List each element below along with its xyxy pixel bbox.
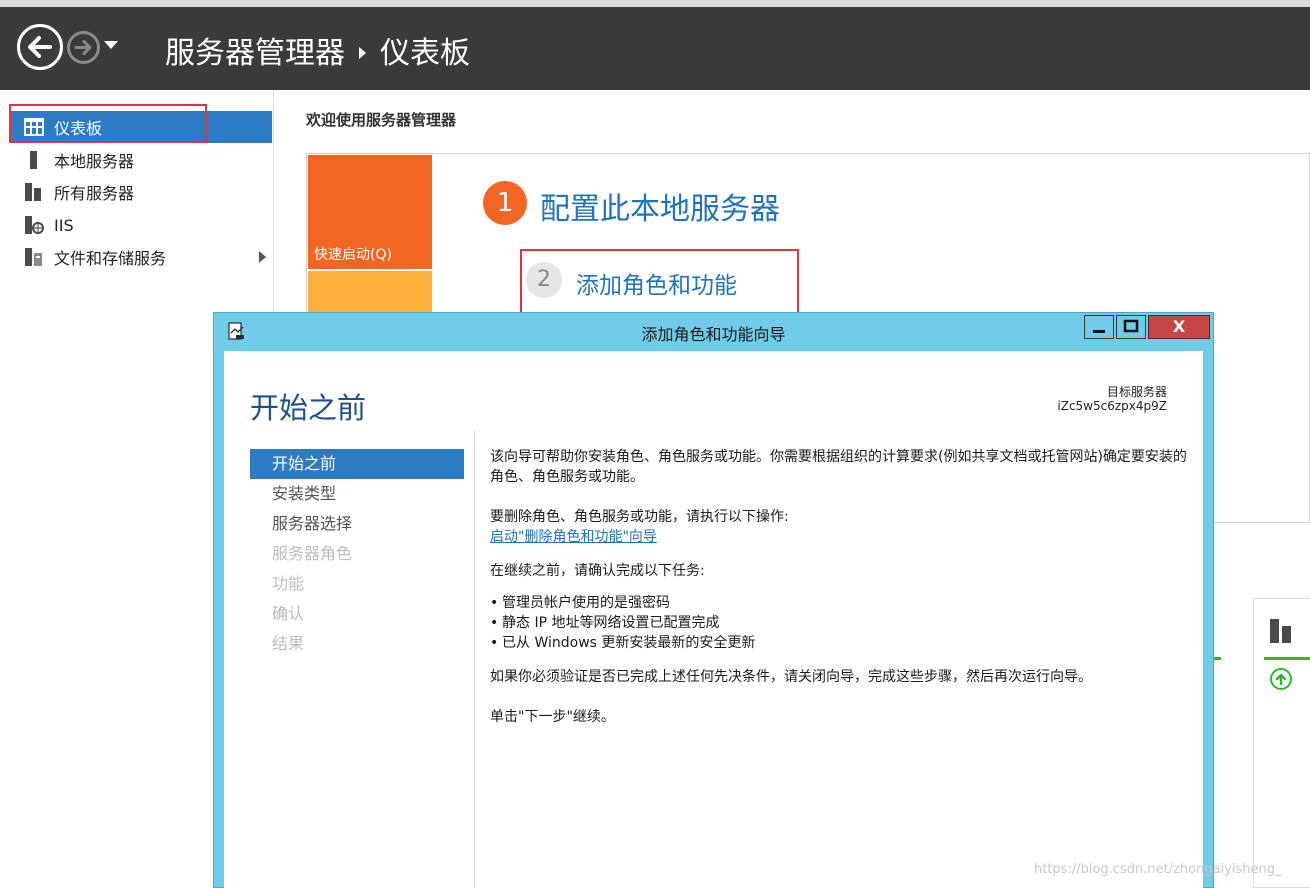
sidebar-item-local-server[interactable]: 本地服务器	[10, 144, 272, 176]
minimize-icon	[1093, 330, 1105, 333]
quick-start-label: 快速启动(Q)	[314, 247, 392, 263]
watermark: https://blog.csdn.net/zhongaiyisheng_	[1034, 862, 1282, 877]
welcome-heading: 欢迎使用服务器管理器	[306, 111, 457, 129]
prerequisite-list: 管理员帐户使用的是强密码 静态 IP 地址等网络设置已配置完成 已从 Windo…	[490, 593, 1190, 653]
sidebar-item-label: 所有服务器	[54, 184, 135, 203]
close-icon: X	[1172, 317, 1186, 336]
target-server-value: iZc5w5c6zpx4p9Z	[1057, 399, 1167, 413]
tile-status-bar	[1264, 657, 1310, 660]
minimize-button[interactable]	[1084, 315, 1114, 339]
wizard-step-server-selection[interactable]: 服务器选择	[250, 509, 464, 539]
sidebar-item-file-storage[interactable]: 文件和存储服务	[10, 241, 272, 273]
all-servers-icon	[24, 183, 44, 201]
sidebar-item-iis[interactable]: IIS	[10, 209, 272, 241]
expand-chevron-icon[interactable]	[259, 251, 266, 263]
history-dropdown-icon[interactable]	[104, 41, 118, 49]
forward-button[interactable]	[67, 31, 100, 64]
iis-icon	[24, 216, 44, 234]
maximize-icon	[1123, 319, 1139, 333]
wizard-step-before-you-begin[interactable]: 开始之前	[250, 449, 464, 479]
list-item: 管理员帐户使用的是强密码	[490, 593, 1190, 613]
remove-prompt-text: 要删除角色、角色服务或功能，请执行以下操作:	[490, 509, 789, 525]
back-arrow-icon	[28, 36, 52, 58]
dialog-titlebar[interactable]: 添加角色和功能向导 X	[214, 313, 1213, 349]
forward-arrow-icon	[74, 40, 92, 55]
server-group-tile[interactable]	[1253, 598, 1310, 888]
step1-number: 1	[483, 181, 527, 225]
verify-note-text: 如果你必须验证是否已完成上述任何先决条件，请关闭向导，完成这些步骤，然后再次运行…	[490, 669, 1092, 685]
sidebar-item-label: IIS	[54, 215, 74, 235]
dialog-body: 开始之前 目标服务器 iZc5w5c6zpx4p9Z 开始之前 安装类型 服务器…	[224, 351, 1203, 888]
intro-text: 该向导可帮助你安装角色、角色服务或功能。你需要根据组织的计算要求(例如共享文档或…	[490, 449, 1187, 485]
all-servers-icon	[1270, 619, 1291, 643]
wizard-steps-nav: 开始之前 安装类型 服务器选择 服务器角色 功能 确认 结果	[250, 449, 464, 659]
sidebar-item-all-servers[interactable]: 所有服务器	[10, 176, 272, 208]
breadcrumb-separator-icon	[359, 46, 366, 59]
wizard-content: 该向导可帮助你安装角色、角色服务或功能。你需要根据组织的计算要求(例如共享文档或…	[490, 447, 1190, 727]
wizard-step-installation-type[interactable]: 安装类型	[250, 479, 464, 509]
breadcrumb-page: 仪表板	[380, 36, 470, 71]
list-item: 静态 IP 地址等网络设置已配置完成	[490, 613, 1190, 633]
highlight-box-dashboard	[9, 104, 207, 143]
sidebar-item-label: 文件和存储服务	[54, 249, 167, 268]
target-server-label: 目标服务器	[1106, 385, 1167, 399]
wizard-step-server-roles: 服务器角色	[272, 544, 353, 563]
highlight-box-add-roles	[520, 249, 799, 316]
nav-divider	[474, 431, 475, 888]
local-server-icon	[24, 151, 44, 169]
maximize-button[interactable]	[1116, 315, 1146, 339]
wizard-step-confirmation: 确认	[272, 604, 305, 623]
back-button[interactable]	[17, 24, 63, 70]
configure-local-server-link[interactable]: 配置此本地服务器	[540, 184, 780, 228]
wizard-step-results: 结果	[272, 634, 305, 653]
remove-roles-wizard-link[interactable]: 启动"删除角色和功能"向导	[490, 529, 657, 545]
sidebar-item-label: 本地服务器	[54, 152, 135, 171]
breadcrumb-app[interactable]: 服务器管理器	[165, 36, 345, 71]
before-continue-text: 在继续之前，请确认完成以下任务:	[490, 563, 705, 579]
close-button[interactable]: X	[1148, 315, 1210, 339]
page-title: 开始之前	[250, 391, 367, 425]
next-note-text: 单击"下一步"继续。	[490, 709, 615, 725]
top-strip	[0, 0, 1310, 7]
list-item: 已从 Windows 更新安装最新的安全更新	[490, 633, 1190, 653]
dialog-title: 添加角色和功能向导	[641, 325, 786, 344]
status-up-icon	[1270, 668, 1292, 690]
breadcrumb: 服务器管理器 仪表板	[165, 28, 470, 72]
file-storage-icon	[24, 248, 44, 266]
add-roles-wizard-dialog: 添加角色和功能向导 X 开始之前 目标服务器 iZc5w5c6zpx4p9Z 开…	[213, 312, 1214, 888]
wizard-step-features: 功能	[272, 574, 305, 593]
app-header: 服务器管理器 仪表板	[0, 0, 1310, 90]
